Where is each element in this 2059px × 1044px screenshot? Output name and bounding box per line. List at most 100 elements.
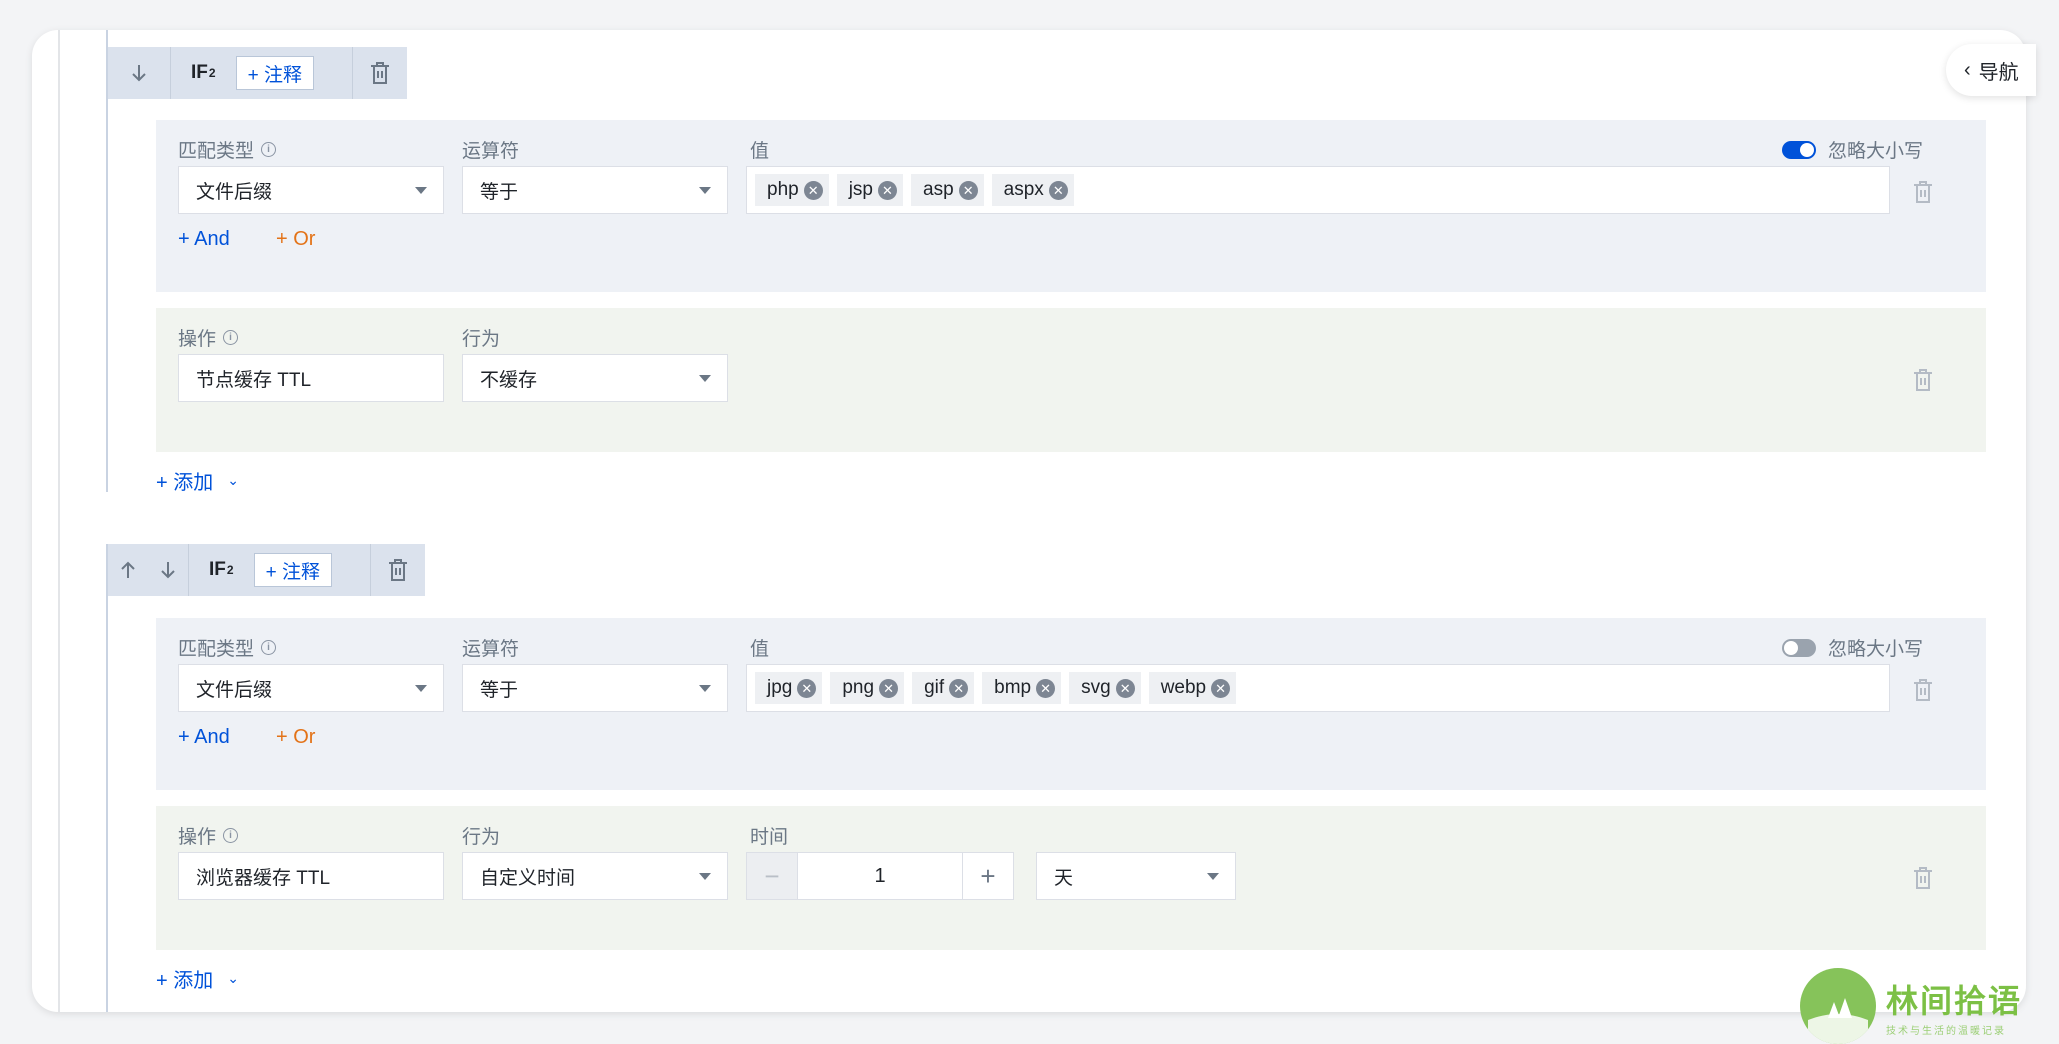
value-tag: webp ✕ <box>1148 672 1237 704</box>
decrement-button[interactable]: − <box>747 853 797 899</box>
rule-2-header: IF 2 + 注释 <box>108 544 425 596</box>
rule-1-header: IF 2 + 注释 <box>108 47 407 99</box>
navigation-button[interactable]: ‹ 导航 <box>1946 44 2036 96</box>
rule-1-delete-button[interactable] <box>351 47 407 99</box>
watermark-subtitle: 技术与生活的温暖记录 <box>1886 1025 2006 1037</box>
info-icon[interactable]: i <box>223 330 239 345</box>
time-unit-select[interactable]: 天 <box>1036 852 1236 900</box>
value-tag: svg ✕ <box>1069 672 1141 704</box>
ignore-case-toggle[interactable] <box>1782 140 1816 159</box>
caret-down-icon <box>699 873 711 880</box>
value-tag: php ✕ <box>755 174 829 206</box>
remove-tag-icon[interactable]: ✕ <box>1048 180 1068 200</box>
match-type-label: 匹配类型 i <box>178 634 277 661</box>
remove-tag-icon[interactable]: ✕ <box>958 180 978 200</box>
ignore-case-label: 忽略大小写 <box>1828 141 1924 162</box>
value-tag: aspx ✕ <box>991 174 1074 206</box>
add-and-condition-button[interactable]: + And <box>178 726 230 749</box>
remove-tag-icon[interactable]: ✕ <box>1115 678 1135 698</box>
move-up-button[interactable] <box>108 544 148 596</box>
watermark-logo-icon <box>1800 968 1876 1044</box>
chevron-down-icon: ⌄ <box>227 970 239 986</box>
info-icon[interactable]: i <box>261 640 277 655</box>
value-tag-input[interactable]: jpg ✕ png ✕ gif ✕ bmp ✕ svg ✕ webp ✕ <box>746 664 1890 712</box>
rule-2-condition-panel: 匹配类型 i 运算符 值 忽略大小写 文件后缀 等于 jpg ✕ png ✕ gif ✕… <box>156 618 1986 790</box>
remove-tag-icon[interactable]: ✕ <box>1211 678 1231 698</box>
delete-condition-icon[interactable] <box>1912 180 1934 204</box>
remove-tag-icon[interactable]: ✕ <box>803 180 823 200</box>
rule-1-action-panel: 操作 i 行为 节点缓存 TTL 不缓存 <box>156 308 1986 452</box>
rule-1-add-button[interactable]: + 添加 ⌄ <box>156 466 239 495</box>
operator-label: 运算符 <box>462 141 520 162</box>
operator-select[interactable]: 等于 <box>462 664 728 712</box>
rule-1-if-label: IF 2 <box>191 62 216 83</box>
operator-label: 运算符 <box>462 639 520 660</box>
outer-guide-line <box>58 30 60 1012</box>
ignore-case-label: 忽略大小写 <box>1828 639 1924 660</box>
value-tag: asp ✕ <box>911 174 984 206</box>
trash-icon <box>388 559 407 581</box>
value-tag: gif ✕ <box>912 672 975 704</box>
operation-label: 操作 i <box>178 324 239 351</box>
remove-tag-icon[interactable]: ✕ <box>797 678 817 698</box>
value-tag: jpg ✕ <box>755 672 823 704</box>
trash-icon <box>370 62 389 84</box>
add-and-condition-button[interactable]: + And <box>178 228 230 251</box>
rule-2-action-panel: 操作 i 行为 时间 浏览器缓存 TTL 自定义时间 − 1 + 天 <box>156 806 1986 950</box>
delete-action-icon[interactable] <box>1912 368 1934 392</box>
add-or-condition-button[interactable]: + Or <box>276 228 315 251</box>
arrow-down-icon <box>132 65 146 82</box>
info-icon[interactable]: i <box>261 142 277 157</box>
behavior-label: 行为 <box>462 329 501 350</box>
operator-select[interactable]: 等于 <box>462 166 728 214</box>
caret-down-icon <box>699 685 711 692</box>
rule-1-guide-line <box>106 30 108 492</box>
watermark-title: 林间拾语 <box>1886 982 2023 1019</box>
ignore-case-toggle-group: 忽略大小写 <box>1782 136 1923 163</box>
move-down-button[interactable] <box>108 47 171 99</box>
delete-action-icon[interactable] <box>1912 866 1934 890</box>
operation-field[interactable]: 浏览器缓存 TTL <box>178 852 444 900</box>
delete-condition-icon[interactable] <box>1912 678 1934 702</box>
remove-tag-icon[interactable]: ✕ <box>879 678 899 698</box>
rule-2-add-button[interactable]: + 添加 ⌄ <box>156 964 239 993</box>
operation-field[interactable]: 节点缓存 TTL <box>178 354 444 402</box>
remove-tag-icon[interactable]: ✕ <box>1036 678 1056 698</box>
match-type-select[interactable]: 文件后缀 <box>178 664 444 712</box>
arrow-down-icon <box>161 562 175 579</box>
behavior-select[interactable]: 不缓存 <box>462 354 728 402</box>
value-label: 值 <box>750 141 770 162</box>
behavior-select[interactable]: 自定义时间 <box>462 852 728 900</box>
rule-2-if-label: IF 2 <box>209 559 234 580</box>
move-down-button[interactable] <box>148 544 189 596</box>
ignore-case-toggle[interactable] <box>1782 638 1816 657</box>
time-stepper: − 1 + <box>746 852 1014 900</box>
ignore-case-toggle-group: 忽略大小写 <box>1782 634 1923 661</box>
chevron-left-icon: ‹ <box>1964 58 1971 81</box>
remove-tag-icon[interactable]: ✕ <box>949 678 969 698</box>
value-tag: bmp ✕ <box>982 672 1062 704</box>
rule-2-add-note-button[interactable]: + 注释 <box>253 553 332 587</box>
arrow-up-icon <box>121 561 135 578</box>
caret-down-icon <box>415 187 427 194</box>
behavior-label: 行为 <box>462 827 501 848</box>
caret-down-icon <box>699 375 711 382</box>
rule-2-guide-line <box>106 544 108 1012</box>
value-tag: jsp ✕ <box>836 174 903 206</box>
rule-1-add-note-button[interactable]: + 注释 <box>235 56 314 90</box>
match-type-label: 匹配类型 i <box>178 136 277 163</box>
caret-down-icon <box>1207 873 1219 880</box>
increment-button[interactable]: + <box>963 853 1013 899</box>
time-value-input[interactable]: 1 <box>797 853 963 899</box>
info-icon[interactable]: i <box>223 828 239 843</box>
time-label: 时间 <box>750 827 789 848</box>
value-tag: png ✕ <box>830 672 905 704</box>
remove-tag-icon[interactable]: ✕ <box>878 180 897 200</box>
rule-2-delete-button[interactable] <box>369 544 425 596</box>
value-label: 值 <box>750 639 770 660</box>
operation-label: 操作 i <box>178 822 239 849</box>
value-tag-input[interactable]: php ✕ jsp ✕ asp ✕ aspx ✕ <box>746 166 1890 214</box>
watermark: 林间拾语 技术与生活的温暖记录 <box>1800 968 2022 1044</box>
match-type-select[interactable]: 文件后缀 <box>178 166 444 214</box>
add-or-condition-button[interactable]: + Or <box>276 726 315 749</box>
